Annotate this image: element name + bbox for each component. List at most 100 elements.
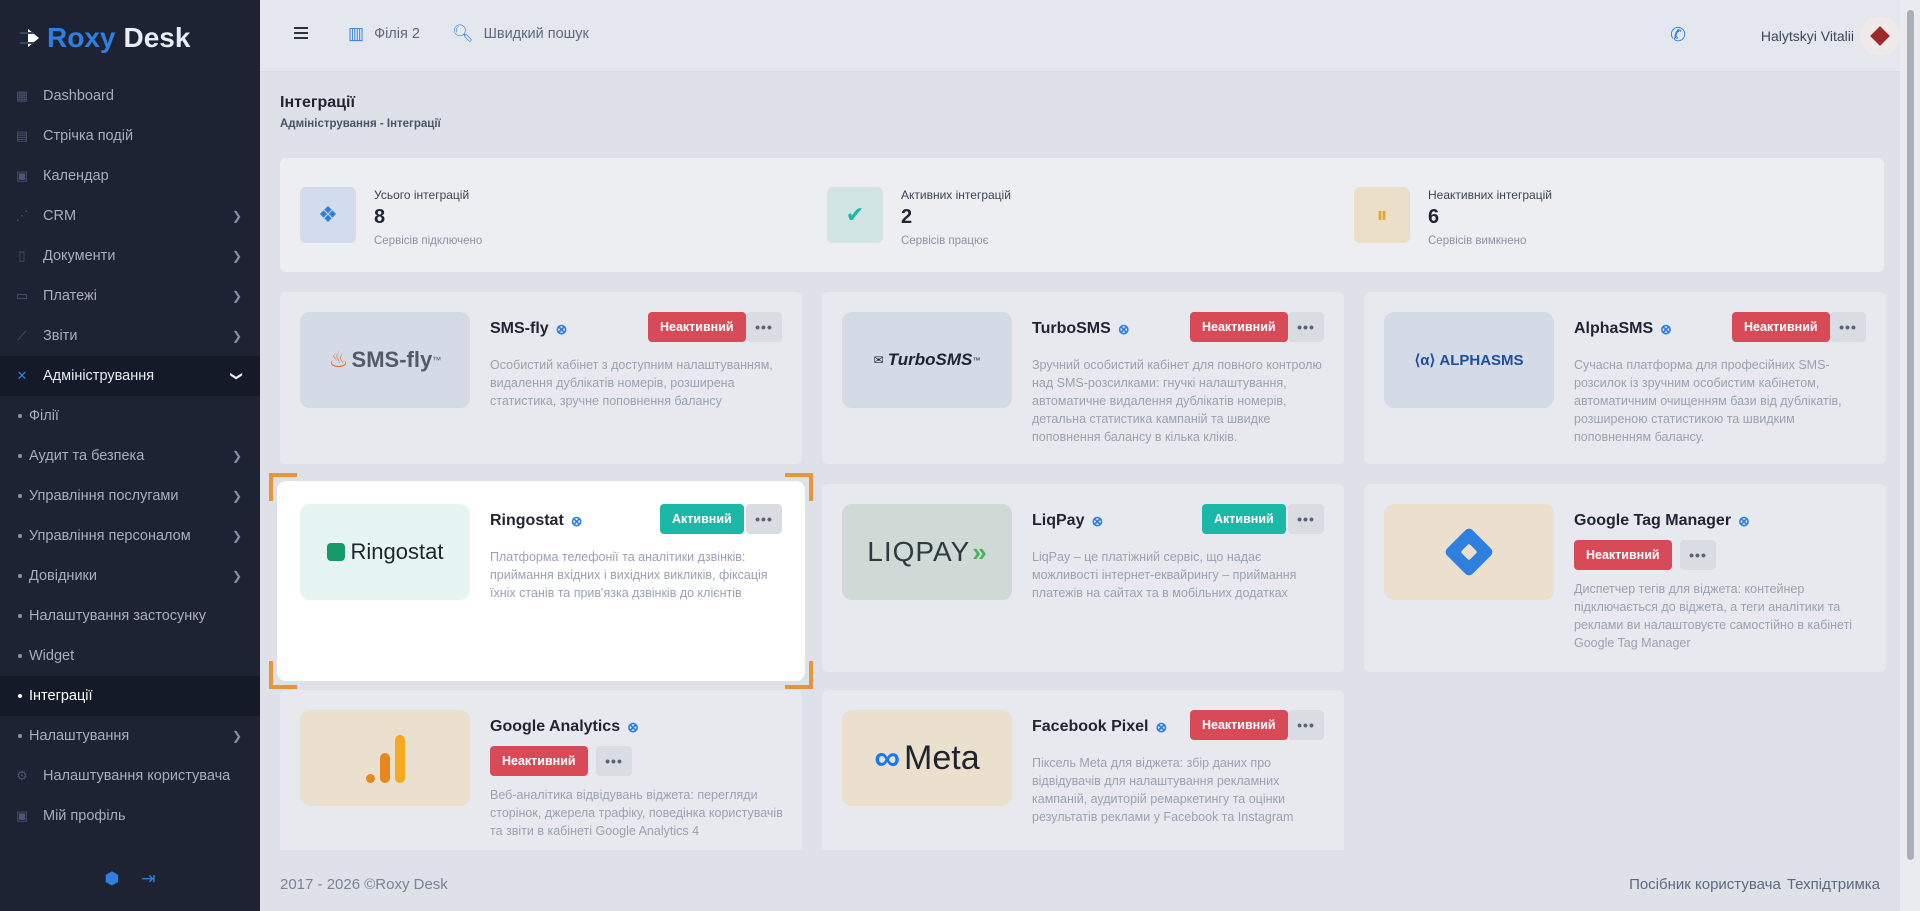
integration-name: Google Tag Manager	[1574, 512, 1732, 529]
integration-card-turbosms[interactable]: ✉ TurboSMS ™ TurboSMS ⊗ Неактивний ••• Зру…	[822, 292, 1344, 464]
link-icon[interactable]: ⊗	[1156, 719, 1168, 736]
google-analytics-logo	[300, 710, 470, 806]
bullet-icon	[18, 454, 22, 458]
sidebar-nav: ▦ Dashboard ▤ Стрічка подій ▣ Календар ⋰ CRM…	[0, 76, 260, 836]
logo-lines-icon	[20, 32, 34, 44]
chevron-right-icon: ❯	[231, 249, 242, 263]
ringostat-mark-icon	[326, 543, 345, 561]
more-button[interactable]: •••	[1288, 504, 1324, 534]
integration-description: Піксель Meta для віджета: збір даних про…	[1032, 756, 1294, 824]
integration-card-gtm[interactable]: Google Tag Manager ⊗ Неактивний ••• Диспе…	[1364, 484, 1886, 672]
link-icon[interactable]: ⊗	[1091, 513, 1103, 530]
integration-description: LiqPay – це платіжний сервіс, що надає м…	[1032, 550, 1297, 600]
bullet-icon	[18, 734, 22, 738]
more-button[interactable]: •••	[746, 504, 782, 534]
brand-name-2: Desk	[123, 22, 191, 53]
more-button[interactable]: •••	[1680, 540, 1716, 570]
menu-toggle-icon[interactable]	[294, 27, 308, 39]
status-badge: Неактивний	[1190, 312, 1288, 342]
crm-icon: ⋰	[15, 208, 29, 223]
integration-card-alphasms[interactable]: ⟨α⟩ ALPHASMS AlphaSMS ⊗ Неактивний ••• Су…	[1364, 292, 1886, 464]
scrollbar[interactable]	[1900, 0, 1920, 911]
avatar[interactable]	[1860, 16, 1900, 56]
more-button[interactable]: •••	[596, 746, 632, 776]
sidebar-item-widget[interactable]: Widget	[0, 636, 260, 676]
bullet-icon	[18, 614, 22, 618]
link-icon[interactable]: ⊗	[1738, 513, 1750, 530]
sidebar-item-feed[interactable]: ▤ Стрічка подій	[0, 116, 260, 156]
status-badge: Неактивний	[1190, 710, 1288, 740]
integration-name: Google Analytics	[490, 718, 621, 735]
more-button[interactable]: •••	[1288, 312, 1324, 342]
support-link[interactable]: Техпідтримка	[1787, 876, 1880, 893]
phone-icon[interactable]: ✆	[1670, 24, 1686, 47]
sidebar-item-branches[interactable]: Філії	[0, 396, 260, 436]
flame-icon: ♨	[328, 347, 349, 372]
sidebar-item-directories[interactable]: Довідники ❯	[0, 556, 260, 596]
integration-name: Ringostat	[490, 512, 564, 529]
sidebar-item-crm[interactable]: ⋰ CRM ❯	[0, 196, 260, 236]
selection-corner	[269, 473, 297, 501]
sidebar-item-app-settings[interactable]: Налаштування застосунку	[0, 596, 260, 636]
topbar: ▥ Філія 2 🔍︎ Швидкий пошук ✆ Halytskyi Vit…	[260, 0, 1920, 72]
link-icon[interactable]: ⊗	[571, 513, 583, 530]
main-content: Інтеграції Адміністрування - Інтеграції …	[260, 72, 1900, 911]
more-button[interactable]: •••	[1288, 710, 1324, 740]
link-icon[interactable]: ⊗	[556, 321, 568, 338]
link-icon[interactable]: ⊗	[1118, 321, 1130, 338]
more-button[interactable]: •••	[1830, 312, 1866, 342]
user-guide-link[interactable]: Посібник користувача	[1629, 876, 1781, 893]
chevron-right-icon: ❯	[231, 449, 242, 463]
sidebar-item-settings[interactable]: Налаштування ❯	[0, 716, 260, 756]
status-badge: Активний	[660, 504, 744, 534]
sidebar-item-payments[interactable]: ▭ Платежі ❯	[0, 276, 260, 316]
integration-card-ringostat[interactable]: Ringostat Ringostat ⊗ Активний ••• Платфо…	[269, 473, 813, 689]
logout-icon[interactable]: ⇥	[141, 869, 155, 889]
sidebar-item-dashboard[interactable]: ▦ Dashboard	[0, 76, 260, 116]
scrollbar-thumb[interactable]	[1907, 10, 1914, 860]
link-icon[interactable]: ⊗	[1660, 321, 1672, 338]
selection-corner	[785, 661, 813, 689]
sidebar-item-services[interactable]: Управління послугами ❯	[0, 476, 260, 516]
integration-description: Зручний особистий кабінет для повного ко…	[1032, 358, 1322, 444]
sidebar-item-calendar[interactable]: ▣ Календар	[0, 156, 260, 196]
sidebar-item-integrations[interactable]: Інтеграції	[0, 676, 260, 716]
integration-description: Сучасна платформа для професійних SMS-ро…	[1574, 358, 1842, 444]
bullet-icon	[18, 414, 22, 418]
cube-icon[interactable]: ⬢	[104, 869, 119, 889]
sidebar-item-profile[interactable]: ▣ Мій профіль	[0, 796, 260, 836]
bullet-icon	[18, 694, 22, 698]
payments-icon: ▭	[15, 288, 29, 303]
app-logo[interactable]: Roxy Desk	[20, 18, 190, 58]
chevron-right-icon: ❯	[231, 729, 242, 743]
footer-copyright: 2017 - 2026 ©Roxy Desk	[280, 876, 448, 893]
reports-icon: ⟋	[17, 328, 27, 343]
integration-name: Facebook Pixel	[1032, 718, 1149, 735]
link-icon[interactable]: ⊗	[627, 719, 639, 736]
dashboard-icon: ▦	[15, 88, 29, 103]
sidebar-item-audit[interactable]: Аудит та безпека ❯	[0, 436, 260, 476]
quick-search[interactable]: 🔍︎ Швидкий пошук	[452, 24, 589, 44]
integration-description: Веб-аналітика відвідувань віджета: перег…	[490, 788, 783, 838]
profile-icon: ▣	[15, 808, 29, 823]
more-button[interactable]: •••	[746, 312, 782, 342]
status-badge: Неактивний	[1732, 312, 1830, 342]
page-title: Інтеграції	[280, 94, 355, 111]
sidebar-item-staff[interactable]: Управління персоналом ❯	[0, 516, 260, 556]
sidebar-item-user-settings[interactable]: ⚙ Налаштування користувача	[0, 756, 260, 796]
sidebar-item-documents[interactable]: ▯ Документи ❯	[0, 236, 260, 276]
integration-card-sms-fly[interactable]: ♨ SMS-fly ™ SMS-fly ⊗ Неактивний ••• Особи…	[280, 292, 802, 464]
selection-corner	[785, 473, 813, 501]
sidebar-item-administration[interactable]: ✕ Адміністрування ❯	[0, 356, 260, 396]
pause-circle-icon: ⏸	[1354, 187, 1410, 243]
sidebar-item-reports[interactable]: ⟋ Звіти ❯	[0, 316, 260, 356]
integration-name: TurboSMS	[1032, 320, 1111, 337]
integration-card-liqpay[interactable]: LIQPAY » LiqPay ⊗ Активний ••• LiqPay – ц…	[822, 484, 1344, 672]
integration-description: Платформа телефонії та аналітики дзвінкі…	[490, 550, 768, 600]
turbosms-logo: ✉ TurboSMS ™	[842, 312, 1012, 408]
avatar-image	[1870, 26, 1890, 46]
bullet-icon	[18, 534, 22, 538]
user-name[interactable]: Halytskyi Vitalii	[1761, 28, 1854, 44]
selection-corner	[269, 661, 297, 689]
branch-selector[interactable]: ▥ Філія 2	[348, 24, 420, 44]
